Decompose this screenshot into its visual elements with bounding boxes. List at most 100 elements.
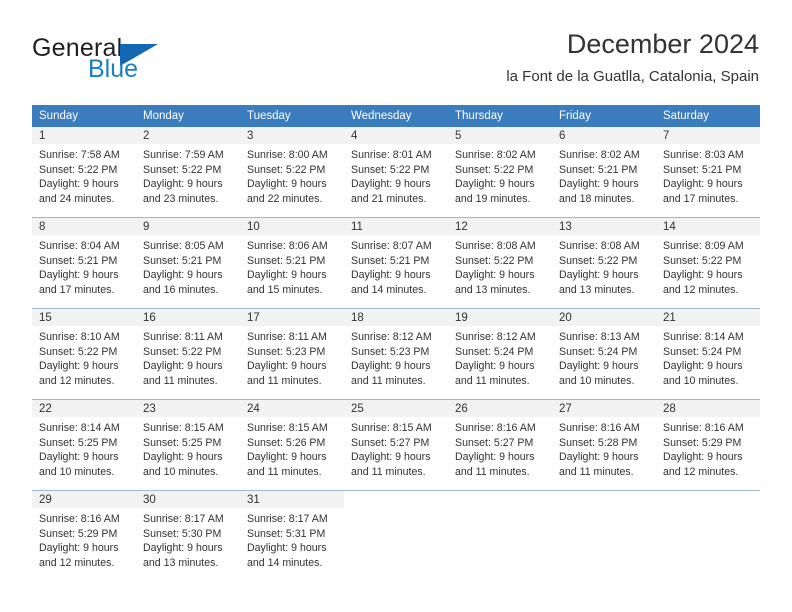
day-cell-inner: 16 Sunrise: 8:11 AM Sunset: 5:22 PM Dayligh… [136,309,240,399]
general-blue-logo[interactable]: General Blue [32,34,252,90]
daylight-duration-line2: and 11 minutes. [455,374,530,387]
day-cell-inner: 4 Sunrise: 8:01 AM Sunset: 5:22 PM Daylight… [344,127,448,217]
calendar-day-cell[interactable]: 14 Sunrise: 8:09 AM Sunset: 5:22 PM Dayligh… [656,217,760,309]
calendar-day-cell[interactable]: 20 Sunrise: 8:13 AM Sunset: 5:24 PM Dayligh… [552,308,656,400]
day-number: 2 [136,127,240,144]
calendar-day-cell[interactable]: 28 Sunrise: 8:16 AM Sunset: 5:29 PM Dayligh… [656,399,760,491]
calendar-day-cell[interactable]: 4 Sunrise: 8:01 AM Sunset: 5:22 PM Daylight… [344,127,448,218]
calendar-day-cell[interactable]: 9 Sunrise: 8:05 AM Sunset: 5:21 PM Daylight… [136,217,240,309]
daylight-duration-line2: and 10 minutes. [143,465,219,478]
calendar-day-cell[interactable]: 23 Sunrise: 8:15 AM Sunset: 5:25 PM Dayligh… [136,399,240,491]
day-cell-inner: 17 Sunrise: 8:11 AM Sunset: 5:23 PM Dayligh… [240,309,344,399]
day-number: 8 [32,218,136,235]
calendar-day-cell[interactable]: 11 Sunrise: 8:07 AM Sunset: 5:21 PM Dayligh… [344,217,448,309]
calendar-day-cell[interactable]: 26 Sunrise: 8:16 AM Sunset: 5:27 PM Dayligh… [448,399,552,491]
weekday-header-saturday: Saturday [656,105,760,127]
sunset-time: Sunset: 5:21 PM [351,254,430,267]
sunset-time: Sunset: 5:22 PM [559,254,638,267]
daylight-duration-line1: Daylight: 9 hours [247,542,327,555]
day-number: 29 [32,491,136,508]
day-number: 18 [344,309,448,326]
page-header: General Blue December 2024 la Font de la… [0,0,792,96]
day-details: Sunrise: 8:04 AM Sunset: 5:21 PM Daylight:… [32,235,136,297]
daylight-duration-line2: and 15 minutes. [247,283,323,296]
calendar-day-cell[interactable]: 16 Sunrise: 8:11 AM Sunset: 5:22 PM Dayligh… [136,308,240,400]
day-cell-inner [656,491,760,581]
daylight-duration-line2: and 22 minutes. [247,192,323,205]
day-cell-inner [552,491,656,581]
calendar-day-cell[interactable]: 24 Sunrise: 8:15 AM Sunset: 5:26 PM Dayligh… [240,399,344,491]
day-details: Sunrise: 8:02 AM Sunset: 5:21 PM Daylight:… [552,144,656,206]
daylight-duration-line1: Daylight: 9 hours [351,178,431,191]
day-details: Sunrise: 7:58 AM Sunset: 5:22 PM Daylight:… [32,144,136,206]
day-cell-inner: 10 Sunrise: 8:06 AM Sunset: 5:21 PM Dayligh… [240,218,344,308]
calendar-day-cell[interactable]: 25 Sunrise: 8:15 AM Sunset: 5:27 PM Dayligh… [344,399,448,491]
day-details: Sunrise: 8:16 AM Sunset: 5:29 PM Daylight:… [656,417,760,479]
daylight-duration-line2: and 14 minutes. [351,283,427,296]
day-cell-inner: 19 Sunrise: 8:12 AM Sunset: 5:24 PM Dayligh… [448,309,552,399]
page-subtitle: la Font de la Guatlla, Catalonia, Spain [506,68,759,85]
daylight-duration-line2: and 13 minutes. [143,556,219,569]
sunrise-time: Sunrise: 8:15 AM [351,422,432,434]
calendar-day-cell[interactable]: 10 Sunrise: 8:06 AM Sunset: 5:21 PM Dayligh… [240,217,344,309]
day-details [448,508,552,512]
day-cell-inner [344,491,448,581]
day-cell-inner: 21 Sunrise: 8:14 AM Sunset: 5:24 PM Dayligh… [656,309,760,399]
sunset-time: Sunset: 5:24 PM [663,345,742,358]
sunrise-sunset-calendar: Sunday Monday Tuesday Wednesday Thursday… [32,105,760,581]
daylight-duration-line1: Daylight: 9 hours [559,451,639,464]
daylight-duration-line1: Daylight: 9 hours [143,451,223,464]
calendar-day-cell[interactable]: 1 Sunrise: 7:58 AM Sunset: 5:22 PM Daylight… [32,127,136,218]
calendar-day-cell[interactable]: 8 Sunrise: 8:04 AM Sunset: 5:21 PM Daylight… [32,217,136,309]
daylight-duration-line1: Daylight: 9 hours [663,451,743,464]
day-number: 28 [656,400,760,417]
daylight-duration-line1: Daylight: 9 hours [143,360,223,373]
sunrise-time: Sunrise: 8:08 AM [455,240,536,252]
calendar-day-cell[interactable]: 21 Sunrise: 8:14 AM Sunset: 5:24 PM Dayligh… [656,308,760,400]
calendar-day-cell[interactable]: 22 Sunrise: 8:14 AM Sunset: 5:25 PM Dayligh… [32,399,136,491]
daylight-duration-line1: Daylight: 9 hours [247,451,327,464]
calendar-day-cell[interactable]: 27 Sunrise: 8:16 AM Sunset: 5:28 PM Dayligh… [552,399,656,491]
calendar-day-cell[interactable]: 13 Sunrise: 8:08 AM Sunset: 5:22 PM Dayligh… [552,217,656,309]
daylight-duration-line1: Daylight: 9 hours [663,360,743,373]
sunrise-time: Sunrise: 8:01 AM [351,149,432,161]
day-details: Sunrise: 8:12 AM Sunset: 5:23 PM Daylight:… [344,326,448,388]
daylight-duration-line1: Daylight: 9 hours [663,269,743,282]
calendar-day-cell[interactable]: 31 Sunrise: 8:17 AM Sunset: 5:31 PM Dayligh… [240,490,344,581]
calendar-day-cell[interactable]: 30 Sunrise: 8:17 AM Sunset: 5:30 PM Dayligh… [136,490,240,581]
day-details: Sunrise: 8:09 AM Sunset: 5:22 PM Daylight:… [656,235,760,297]
sunset-time: Sunset: 5:29 PM [39,527,118,540]
day-details: Sunrise: 8:05 AM Sunset: 5:21 PM Daylight:… [136,235,240,297]
daylight-duration-line2: and 11 minutes. [351,374,426,387]
day-number: 6 [552,127,656,144]
sunrise-time: Sunrise: 8:13 AM [559,331,640,343]
calendar-week-row: 22 Sunrise: 8:14 AM Sunset: 5:25 PM Dayligh… [32,399,760,491]
sunset-time: Sunset: 5:27 PM [455,436,534,449]
daylight-duration-line2: and 11 minutes. [455,465,530,478]
sunrise-time: Sunrise: 8:03 AM [663,149,744,161]
calendar-day-cell[interactable]: 3 Sunrise: 8:00 AM Sunset: 5:22 PM Daylight… [240,127,344,218]
sunset-time: Sunset: 5:25 PM [39,436,118,449]
daylight-duration-line2: and 17 minutes. [39,283,115,296]
sunset-time: Sunset: 5:25 PM [143,436,222,449]
day-number: 30 [136,491,240,508]
calendar-day-cell[interactable]: 7 Sunrise: 8:03 AM Sunset: 5:21 PM Daylight… [656,127,760,218]
daylight-duration-line1: Daylight: 9 hours [39,451,119,464]
weekday-header-sunday: Sunday [32,105,136,127]
daylight-duration-line2: and 14 minutes. [247,556,323,569]
calendar-day-cell[interactable]: 18 Sunrise: 8:12 AM Sunset: 5:23 PM Dayligh… [344,308,448,400]
calendar-day-cell[interactable]: 2 Sunrise: 7:59 AM Sunset: 5:22 PM Daylight… [136,127,240,218]
calendar-day-cell[interactable]: 19 Sunrise: 8:12 AM Sunset: 5:24 PM Dayligh… [448,308,552,400]
calendar-day-cell[interactable]: 5 Sunrise: 8:02 AM Sunset: 5:22 PM Daylight… [448,127,552,218]
daylight-duration-line1: Daylight: 9 hours [39,178,119,191]
day-details: Sunrise: 8:11 AM Sunset: 5:23 PM Daylight:… [240,326,344,388]
sunset-time: Sunset: 5:21 PM [559,163,638,176]
weekday-header-tuesday: Tuesday [240,105,344,127]
day-details: Sunrise: 8:14 AM Sunset: 5:25 PM Daylight:… [32,417,136,479]
calendar-day-cell[interactable]: 12 Sunrise: 8:08 AM Sunset: 5:22 PM Dayligh… [448,217,552,309]
calendar-day-cell[interactable]: 15 Sunrise: 8:10 AM Sunset: 5:22 PM Dayligh… [32,308,136,400]
calendar-day-cell[interactable]: 29 Sunrise: 8:16 AM Sunset: 5:29 PM Dayligh… [32,490,136,581]
weekday-header-friday: Friday [552,105,656,127]
calendar-day-cell[interactable]: 17 Sunrise: 8:11 AM Sunset: 5:23 PM Dayligh… [240,308,344,400]
calendar-day-cell[interactable]: 6 Sunrise: 8:02 AM Sunset: 5:21 PM Daylight… [552,127,656,218]
